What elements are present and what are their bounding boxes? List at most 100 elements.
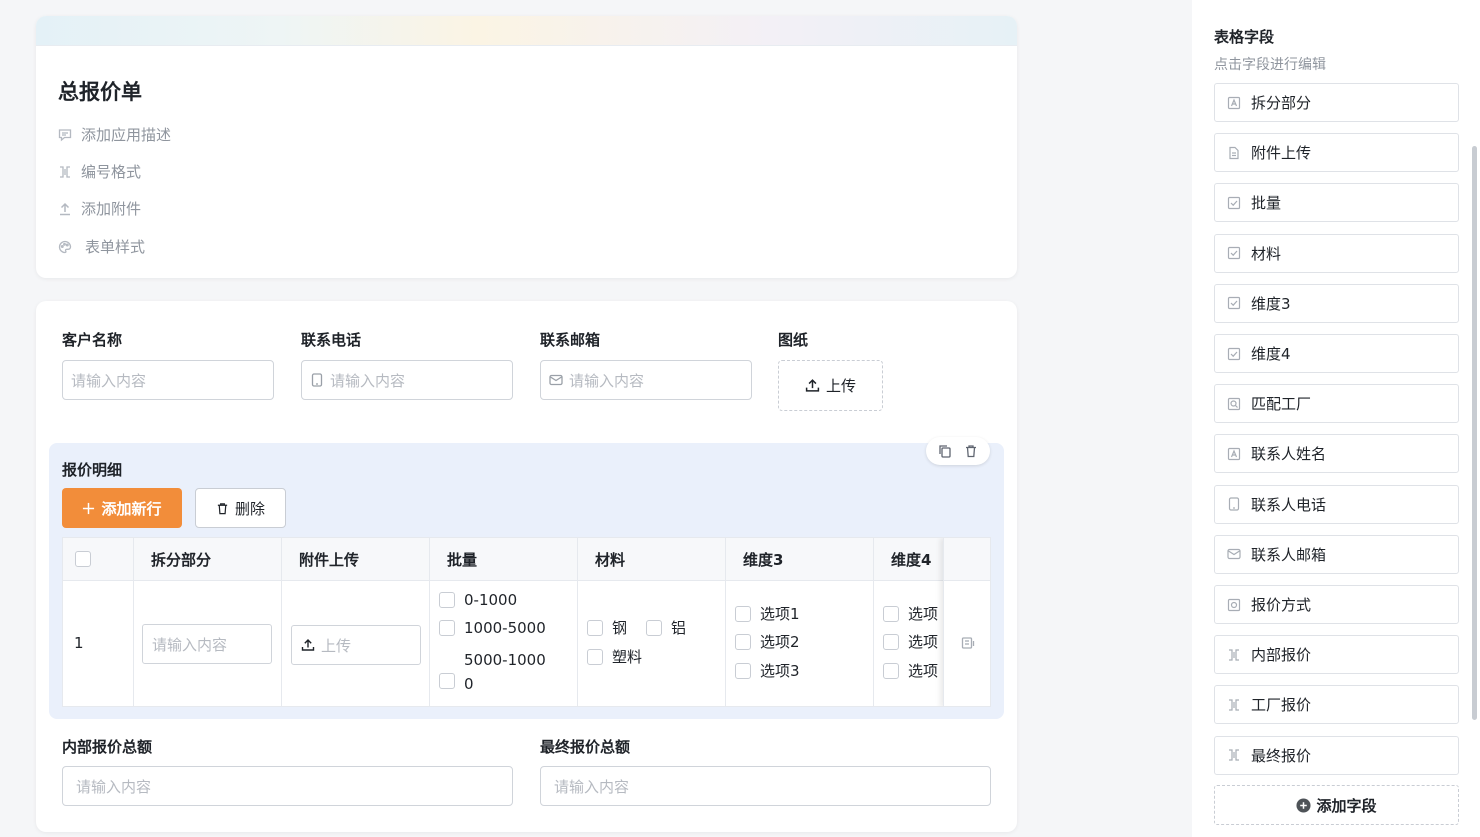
field-item-label: 维度3 (1251, 294, 1291, 313)
checkbox[interactable] (883, 605, 899, 622)
customer-name-label: 客户名称 (62, 331, 123, 349)
batch-option[interactable]: 0-1000 (439, 591, 517, 609)
dim3-option[interactable]: 选项1 (735, 603, 800, 624)
option-label: 选项2 (760, 633, 800, 651)
dim3-option[interactable]: 选项3 (735, 660, 800, 681)
trash-icon[interactable] (964, 444, 978, 458)
checkbox[interactable] (646, 619, 662, 636)
field-item-label: 匹配工厂 (1251, 395, 1312, 414)
material-option[interactable]: 塑料 (587, 646, 642, 667)
phone-label: 联系电话 (301, 331, 362, 349)
row-detail-icon[interactable] (961, 636, 975, 650)
field-item[interactable]: 维度4 (1214, 334, 1459, 373)
upload-icon (60, 202, 70, 215)
checkbox-icon (1227, 196, 1241, 209)
attachment-upload-label: 上传 (321, 636, 352, 655)
add-field-button[interactable]: 添加字段 (1214, 785, 1459, 825)
option-label: 选项 (908, 605, 939, 623)
field-item[interactable]: 报价方式 (1214, 585, 1459, 624)
field-item-label: 附件上传 (1251, 144, 1312, 163)
customer-name-input[interactable]: 请输入内容 (62, 360, 274, 400)
checkbox-icon (1227, 297, 1241, 310)
form-title[interactable]: 总报价单 (58, 76, 142, 106)
batch-option[interactable]: 1000-5000 (439, 619, 546, 637)
attachment-upload-button[interactable]: 上传 (291, 625, 421, 665)
field-item[interactable]: 联系人电话 (1214, 484, 1459, 524)
checkbox[interactable] (587, 619, 603, 636)
field-item[interactable]: 联系人姓名 (1214, 434, 1459, 474)
numbering-format-label: 编号格式 (81, 163, 142, 181)
checkbox[interactable] (587, 648, 603, 665)
email-placeholder: 请输入内容 (569, 371, 645, 390)
field-item[interactable]: 最终报价 (1214, 735, 1459, 775)
header-gradient-bar (36, 16, 1017, 46)
material-option[interactable]: 铝 (646, 617, 686, 638)
delete-rows-button[interactable]: 删除 (195, 488, 286, 528)
checkbox-icon (1227, 347, 1241, 360)
field-item-label: 内部报价 (1251, 646, 1312, 665)
text-field-icon (1227, 447, 1241, 460)
checkbox[interactable] (735, 605, 751, 622)
drawing-upload-button[interactable]: 上传 (778, 360, 883, 411)
option-label-line1: 5000-1000 (464, 651, 546, 669)
batch-option[interactable]: 5000-1000 0 (439, 648, 546, 696)
add-attachment-link[interactable]: 添加附件 (58, 198, 141, 219)
checkbox[interactable] (735, 633, 751, 650)
column-header: 维度3 (726, 538, 874, 581)
field-item-label: 拆分部分 (1251, 94, 1312, 112)
option-label: 铝 (671, 619, 687, 637)
field-item-label: 工厂报价 (1251, 696, 1312, 715)
phone-icon (311, 373, 323, 387)
option-label: 选项 (908, 633, 939, 651)
add-description-link[interactable]: 添加应用描述 (58, 124, 171, 145)
field-item-label: 维度4 (1251, 345, 1291, 363)
dim4-option[interactable]: 选项 (883, 631, 938, 652)
field-item[interactable]: 工厂报价 (1214, 685, 1459, 725)
select-all-checkbox[interactable] (75, 551, 91, 567)
checkbox[interactable] (735, 662, 751, 679)
split-input[interactable]: 请输入内容 (142, 624, 272, 664)
numbering-icon (60, 165, 70, 178)
checkbox[interactable] (883, 633, 899, 650)
field-item-label: 最终报价 (1251, 746, 1312, 765)
field-item[interactable]: 内部报价 (1214, 635, 1459, 675)
option-label: 5000-1000 0 (464, 648, 546, 696)
batch-cell: 0-1000 1000-5000 5000-1000 0 (430, 581, 578, 706)
dim4-option[interactable]: 选项 (883, 660, 938, 681)
field-item[interactable]: 匹配工厂 (1214, 384, 1459, 424)
field-item[interactable]: 维度3 (1214, 283, 1459, 323)
numbering-format-link[interactable]: 编号格式 (58, 161, 141, 182)
email-input[interactable]: 请输入内容 (540, 360, 752, 400)
internal-total-input[interactable]: 请输入内容 (62, 766, 513, 806)
dim3-option[interactable]: 选项2 (735, 631, 800, 652)
drawing-label: 图纸 (778, 331, 809, 349)
number-icon (1229, 699, 1239, 711)
phone-input[interactable]: 请输入内容 (301, 360, 513, 400)
dim4-option[interactable]: 选项 (883, 603, 938, 624)
panel-scrollbar[interactable] (1472, 146, 1477, 720)
number-icon (1229, 649, 1239, 661)
checkbox[interactable] (439, 620, 455, 636)
row-actions-column (943, 538, 990, 706)
form-style-link[interactable]: 表单样式 (58, 236, 145, 257)
dim3-cell: 选项1 选项2 选项3 (726, 581, 874, 706)
field-item[interactable]: 材料 (1214, 233, 1459, 273)
material-option[interactable]: 钢 (587, 617, 627, 638)
upload-icon (805, 379, 820, 392)
field-item-label: 联系人邮箱 (1251, 545, 1327, 564)
text-field-icon (1227, 96, 1241, 109)
field-item[interactable]: 附件上传 (1214, 133, 1459, 173)
checkbox[interactable] (439, 592, 455, 608)
copy-icon[interactable] (938, 444, 952, 458)
radio-icon (1227, 598, 1241, 611)
option-label: 0-1000 (464, 591, 518, 609)
add-row-button[interactable]: 添加新行 (62, 488, 182, 528)
checkbox[interactable] (439, 673, 455, 689)
column-header: 附件上传 (282, 538, 430, 581)
final-total-input[interactable]: 请输入内容 (540, 766, 991, 806)
field-item[interactable]: 批量 (1214, 183, 1459, 223)
field-item[interactable]: 联系人邮箱 (1214, 534, 1459, 574)
phone-placeholder: 请输入内容 (330, 371, 406, 390)
checkbox[interactable] (883, 662, 899, 679)
field-item[interactable]: 拆分部分 (1214, 83, 1459, 122)
